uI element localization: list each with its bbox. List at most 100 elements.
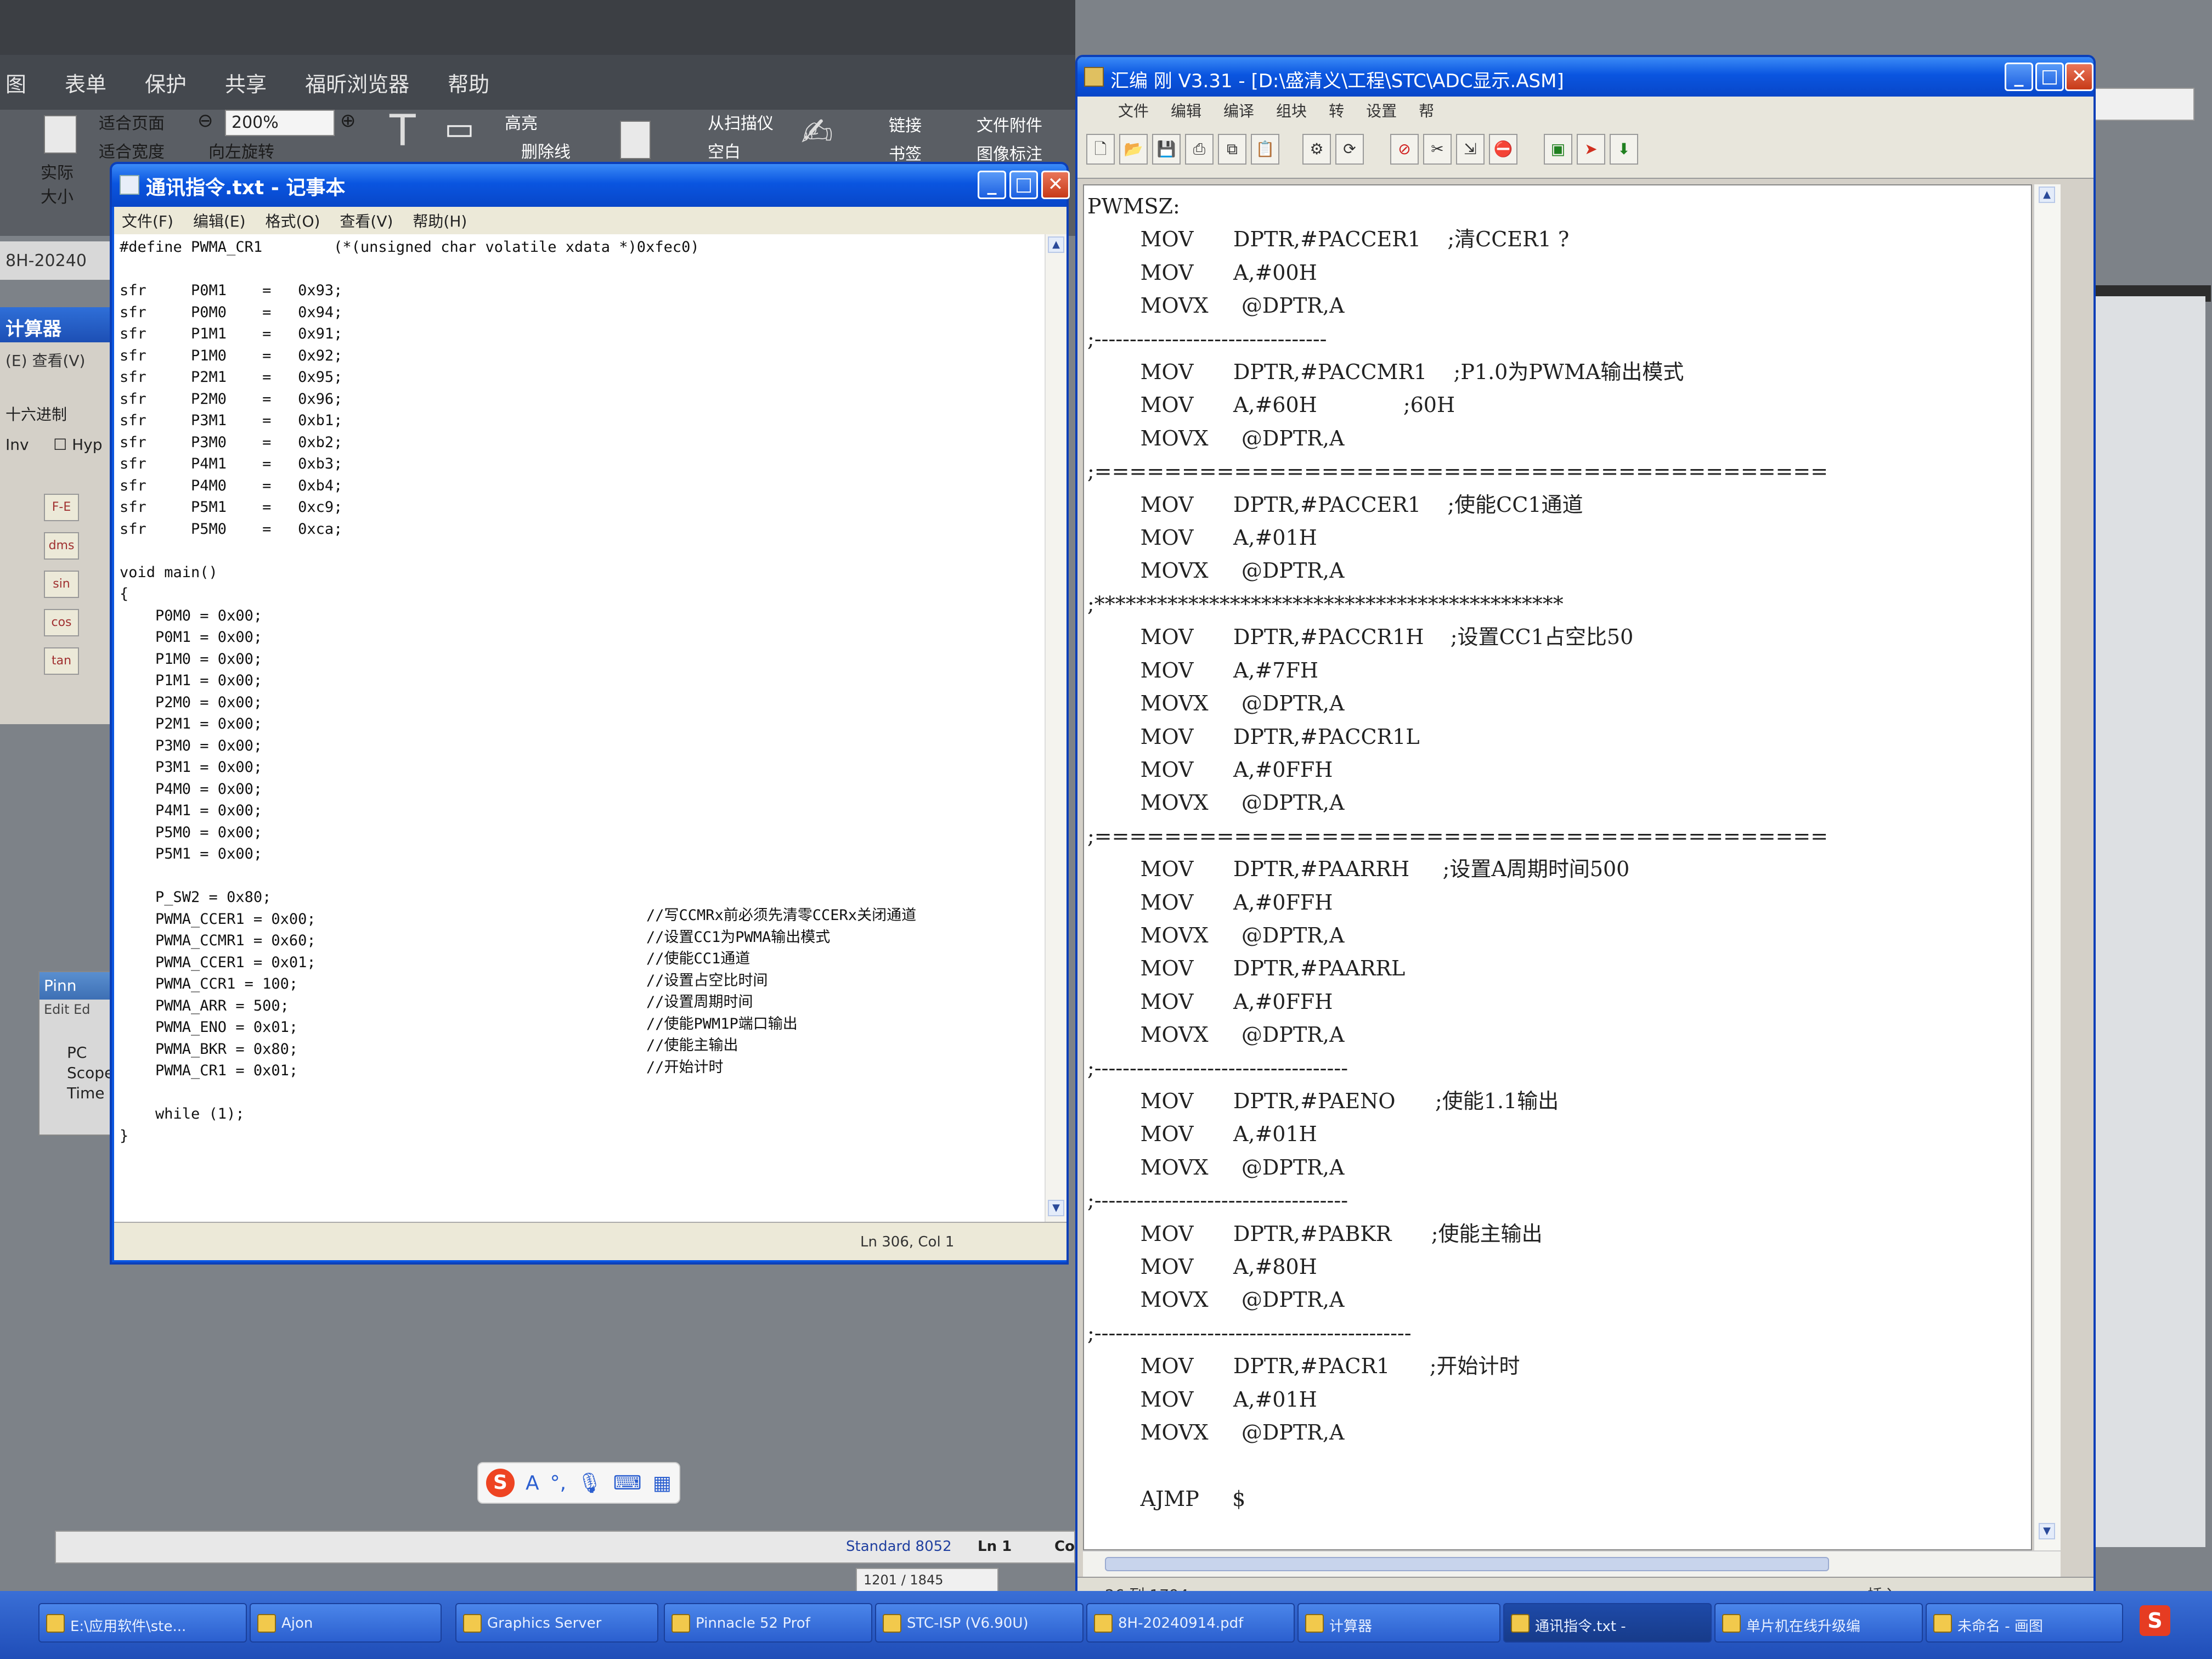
file-attachment-button[interactable]: 文件附件 [977,112,1042,136]
ime-apps-icon[interactable]: ▦ [653,1472,672,1494]
sogou-tray-icon[interactable]: S [2140,1605,2170,1636]
step-icon[interactable]: ⇲ [1456,134,1485,165]
zoom-select[interactable]: 200% [225,110,335,136]
menu-help[interactable]: 帮助(H) [413,210,467,232]
comment-icon[interactable]: ▭ [444,110,475,147]
ide-code-editor[interactable]: PWMSZ: MOV DPTR,#PACCER1 ;清CCER1 ? MOV A… [1083,184,2032,1550]
ide-menu-file[interactable]: 文件 [1118,99,1149,121]
scroll-up-icon[interactable]: ▲ [1048,236,1064,253]
ide-menu-edit[interactable]: 编辑 [1171,99,1201,121]
ide-scroll-down-icon[interactable]: ▼ [2039,1523,2055,1539]
bookmark-button[interactable]: 书签 [889,140,922,165]
calculator-menu[interactable]: (E) 查看(V) [0,342,120,375]
task-item-stc-isp[interactable]: STC-ISP (V6.90U) [875,1603,1084,1643]
pdf-document-tab[interactable]: 8H-20240 [0,241,126,280]
menu-format[interactable]: 格式(O) [266,210,320,232]
ide-menu-settings[interactable]: 设置 [1366,99,1397,121]
ide-scroll-up-icon[interactable]: ▲ [2039,187,2055,203]
ime-microphone-icon[interactable]: 🎙 [577,1471,602,1494]
fit-width-button[interactable]: 适合宽度 [99,138,165,162]
task-item-pinnacle[interactable]: Pinnacle 52 Prof [664,1603,872,1643]
calc-tan-button[interactable]: tan [44,647,79,675]
task-item-graphics-server[interactable]: Graphics Server [455,1603,658,1643]
ime-punctuation-icon[interactable]: °, [550,1472,566,1494]
text-tool-icon[interactable]: T [390,106,416,156]
refresh-icon[interactable]: ⟳ [1335,134,1364,165]
task-item-explorer[interactable]: E:\应用软件\ste... [38,1603,247,1643]
notepad-title-bar[interactable]: 通讯指令.txt - 记事本 _ □ ✕ [112,164,1070,207]
calc-cos-button[interactable]: cos [44,609,79,636]
pdf-menu-protect[interactable]: 保护 [145,67,187,98]
page-number-field[interactable]: 1201 / 1845 [856,1568,998,1592]
notepad-text-area[interactable]: #define PWMA_CR1 (*(unsigned char volati… [114,234,1066,1222]
image-annotation-button[interactable]: 图像标注 [977,140,1042,165]
save-icon[interactable]: 💾 [1152,134,1181,165]
from-scanner-button[interactable]: 从扫描仪 [708,110,774,134]
calc-fe-button[interactable]: F-E [44,494,79,521]
ide-menu-compile[interactable]: 编译 [1223,99,1254,121]
menu-edit[interactable]: 编辑(E) [193,210,246,232]
fit-page-button[interactable]: 适合页面 [99,110,165,134]
ime-keyboard-icon[interactable]: ⌨ [613,1472,642,1494]
ide-title-bar[interactable]: 汇编 刚 V3.31 - [D:\盛清义\工程\STC\ADC显示.ASM] _… [1077,57,2094,97]
code-line: while (1); [120,1105,245,1122]
calc-dms-button[interactable]: dms [44,532,79,560]
run-icon[interactable]: ▣ [1544,134,1572,165]
pdf-menu-view[interactable]: 图 [5,67,26,98]
blank-button[interactable]: 空白 [708,138,741,162]
scroll-down-icon[interactable]: ▼ [1048,1200,1064,1216]
blank-page-icon[interactable] [620,121,651,159]
ide-menu-convert[interactable]: 转 [1329,99,1344,121]
link-button[interactable]: 链接 [889,112,922,136]
task-item-pdf[interactable]: 8H-20240914.pdf [1086,1603,1295,1643]
ime-letter-icon[interactable]: A [526,1472,539,1494]
download-icon[interactable]: ⬇ [1610,134,1638,165]
task-item-paint[interactable]: 未命名 - 画图 [1926,1603,2123,1643]
ide-maximize-button[interactable]: □ [2035,63,2064,91]
zoom-in-icon[interactable]: ⊕ [340,110,356,132]
minimize-button[interactable]: _ [978,171,1006,199]
task-item-notepad[interactable]: 通讯指令.txt - [1503,1603,1712,1643]
task-item-calculator[interactable]: 计算器 [1297,1603,1500,1643]
sogou-logo-icon[interactable]: S [486,1469,515,1497]
strikethrough-button[interactable]: 删除线 [521,138,571,162]
menu-file[interactable]: 文件(F) [122,210,173,232]
calc-sin-button[interactable]: sin [44,571,79,598]
zoom-out-icon[interactable]: ⊖ [198,110,213,132]
open-icon[interactable]: 📂 [1119,134,1148,165]
signature-icon[interactable]: ✍ [801,110,833,155]
actual-size-label[interactable]: 实际大小 [41,159,84,207]
task-item-mcu-upgrade[interactable]: 单片机在线升级编 [1714,1603,1923,1643]
compile-icon[interactable]: ⚙ [1302,134,1331,165]
stop-icon[interactable]: ⊘ [1390,134,1419,165]
maximize-button[interactable]: □ [1009,171,1038,199]
debug-icon[interactable]: ✂ [1423,134,1452,165]
break-icon[interactable]: ⛔ [1489,134,1517,165]
pdf-menu-help[interactable]: 帮助 [448,67,489,98]
ide-horizontal-scrollbar[interactable] [1083,1550,2061,1577]
pdf-menu-browser[interactable]: 福昕浏览器 [305,67,409,98]
ide-menu-help[interactable]: 帮 [1419,99,1434,121]
pdf-menu-share[interactable]: 共享 [225,67,267,98]
inv-checkbox-label[interactable]: Inv ☐ Hyp [0,430,120,459]
ide-vertical-scrollbar[interactable]: ▲ ▼ [2033,184,2061,1550]
ide-menu-block[interactable]: 组块 [1276,99,1307,121]
ide-close-button[interactable]: ✕ [2065,63,2094,91]
ide-horizontal-scroll-thumb[interactable] [1105,1557,1829,1571]
copy-icon[interactable]: ⧉ [1218,134,1246,165]
close-button[interactable]: ✕ [1041,171,1070,199]
notepad-vertical-scrollbar[interactable]: ▲ ▼ [1045,234,1066,1222]
go-icon[interactable]: ➤ [1577,134,1605,165]
new-icon[interactable]: 🗋 [1086,134,1115,165]
pdf-menu-form[interactable]: 表单 [65,67,106,98]
print-icon[interactable]: ⎙ [1185,134,1214,165]
highlight-button[interactable]: 高亮 [505,110,538,134]
code-line: P1M0 = 0x00; [120,650,263,668]
page-icon[interactable] [44,115,77,154]
task-item-ajon[interactable]: Ajon [250,1603,442,1643]
paste-icon[interactable]: 📋 [1251,134,1279,165]
menu-view[interactable]: 查看(V) [340,210,393,232]
rotate-left-button[interactable]: 向左旋转 [208,138,274,162]
ide-minimize-button[interactable]: _ [2005,63,2033,91]
hex-radio-label[interactable]: 十六进制 [0,397,120,430]
